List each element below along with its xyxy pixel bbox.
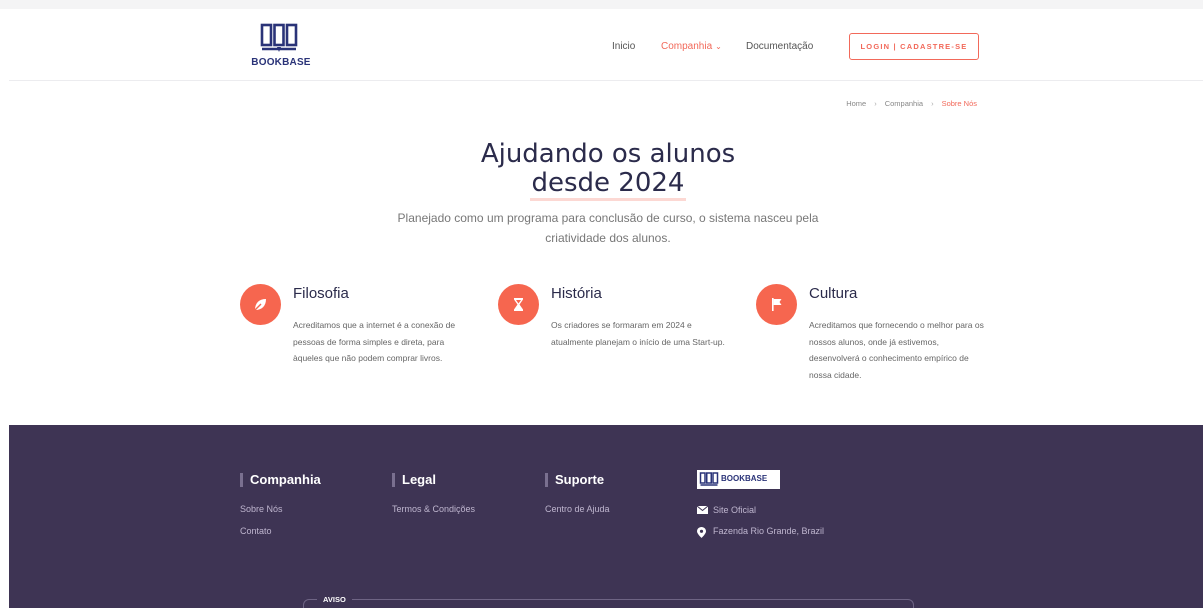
feature-description: Acreditamos que a internet é a conexão d… [293, 320, 456, 363]
nav-item-inicio[interactable]: Inicio [612, 41, 635, 52]
footer-site-link[interactable]: Site Oficial [697, 503, 756, 518]
page-title-line1: Ajudando os alunos [480, 139, 736, 169]
envelope-icon [697, 506, 708, 514]
notice-box [303, 599, 914, 608]
breadcrumb: Home › Companhia › Sobre Nós [846, 99, 977, 108]
feature-icon-circle [756, 284, 797, 325]
feature-title: História [551, 285, 602, 302]
feature-title: Filosofia [293, 285, 349, 302]
brand-logo[interactable]: BOOKBASE [246, 23, 318, 73]
footer-brand-logo: BOOKBASE [697, 470, 780, 489]
nav-item-label: Companhia [661, 41, 713, 52]
chevron-down-icon: ⌄ [715, 42, 722, 51]
footer-link-contato[interactable]: Contato [240, 526, 272, 536]
breadcrumb-home[interactable]: Home [846, 99, 866, 108]
page-title-line2: desde 2024 [529, 169, 687, 201]
footer-brand-name: BOOKBASE [721, 474, 768, 483]
top-strip [0, 0, 1203, 9]
feature-description: Os criadores se formaram em 2024 e atual… [551, 320, 725, 347]
feature-icon-circle [498, 284, 539, 325]
feature-icon-circle [240, 284, 281, 325]
login-register-button[interactable]: LOGIN | CADASTRE-SE [849, 33, 979, 60]
breadcrumb-current: Sobre Nós [941, 99, 977, 108]
chevron-right-icon: › [874, 99, 877, 108]
chevron-right-icon: › [931, 99, 934, 108]
nav-item-companhia[interactable]: Companhia ⌄ [661, 41, 722, 52]
hourglass-icon [514, 298, 523, 311]
brand-name: BOOKBASE [251, 57, 311, 68]
footer-title-legal: Legal [392, 472, 436, 487]
site-header: BOOKBASE Inicio Companhia ⌄ Documentação … [9, 9, 1203, 81]
footer-link-termos[interactable]: Termos & Condições [392, 504, 475, 514]
page-title: Ajudando os alunos desde 2024 [0, 140, 1203, 201]
footer-address-text: Fazenda Rio Grande, Brazil [713, 526, 825, 536]
breadcrumb-companhia[interactable]: Companhia [885, 99, 923, 108]
notice-label: AVISO [317, 595, 352, 604]
footer-address: Fazenda Rio Grande, Brazil [697, 524, 827, 539]
book-logo-icon [260, 23, 298, 52]
book-logo-icon [699, 472, 719, 486]
site-footer: Companhia Sobre Nós Contato Legal Termos… [9, 425, 1203, 608]
nav-item-documentacao[interactable]: Documentação [746, 41, 813, 52]
map-pin-icon [697, 527, 706, 538]
footer-title-suporte: Suporte [545, 472, 604, 487]
footer-title-companhia: Companhia [240, 472, 321, 487]
footer-link-centro-ajuda[interactable]: Centro de Ajuda [545, 504, 610, 514]
leaf-icon [254, 299, 266, 311]
page-subtitle: Planejado como um programa para conclusã… [397, 211, 819, 245]
feature-title: Cultura [809, 285, 858, 302]
footer-link-sobre-nos[interactable]: Sobre Nós [240, 504, 283, 514]
flag-icon [772, 298, 782, 311]
feature-description: Acreditamos que fornecendo o melhor para… [809, 320, 984, 380]
